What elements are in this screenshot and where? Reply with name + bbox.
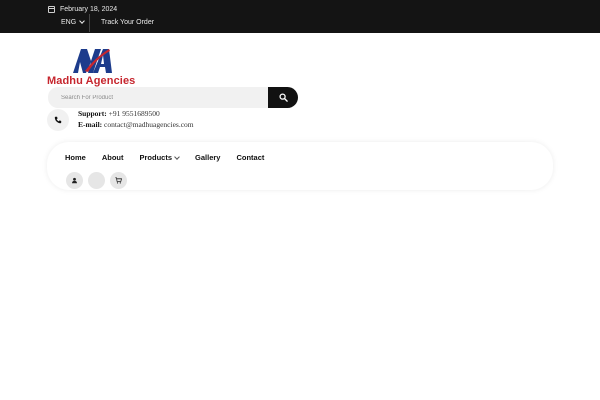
- main-nav: Home About Products Gallery Contact: [65, 153, 264, 162]
- language-label: ENG: [61, 18, 77, 26]
- nav-item-contact[interactable]: Contact: [236, 153, 264, 162]
- chevron-down-icon: [174, 153, 180, 160]
- cart-icon: [115, 177, 122, 184]
- site-logo[interactable]: Madhu Agencies: [47, 47, 139, 87]
- language-selector[interactable]: ENG: [61, 16, 86, 28]
- header-icons: [66, 172, 127, 189]
- top-bar: February 18, 2024 ENG Track Your Order: [0, 0, 600, 33]
- support-email: E-mail: contact@madhuagencies.com: [78, 120, 194, 129]
- phone-badge: [47, 109, 69, 131]
- nav-item-home[interactable]: Home: [65, 153, 86, 162]
- nav-item-about[interactable]: About: [102, 153, 124, 162]
- blank-icon-button[interactable]: [88, 172, 105, 189]
- nav-item-products-label: Products: [139, 153, 173, 162]
- calendar-icon: [48, 5, 55, 13]
- date-display: February 18, 2024: [48, 3, 117, 15]
- logo-mark-icon: [73, 49, 112, 73]
- main-navigation-box: Home About Products Gallery Contact: [47, 142, 553, 190]
- date-text: February 18, 2024: [60, 5, 118, 13]
- topbar-divider: [89, 14, 90, 32]
- account-button[interactable]: [66, 172, 83, 189]
- brand-name: Madhu Agencies: [47, 75, 136, 87]
- chevron-down-icon: [79, 18, 86, 24]
- search-button[interactable]: [268, 87, 298, 108]
- support-label: Support:: [78, 109, 107, 118]
- support-phone-number[interactable]: +91 9551689500: [109, 109, 160, 118]
- nav-item-products[interactable]: Products: [140, 153, 180, 162]
- search-bar: [48, 87, 298, 108]
- track-order-link[interactable]: Track Your Order: [101, 16, 154, 28]
- nav-item-gallery[interactable]: Gallery: [195, 153, 220, 162]
- search-icon: [278, 93, 288, 102]
- phone-icon: [54, 116, 62, 124]
- search-input[interactable]: [48, 87, 268, 108]
- user-icon: [72, 177, 77, 184]
- cart-button[interactable]: [110, 172, 127, 189]
- support-email-address[interactable]: contact@madhuagencies.com: [104, 120, 194, 129]
- email-label: E-mail:: [78, 120, 103, 129]
- support-phone: Support: +91 9551689500: [78, 109, 160, 118]
